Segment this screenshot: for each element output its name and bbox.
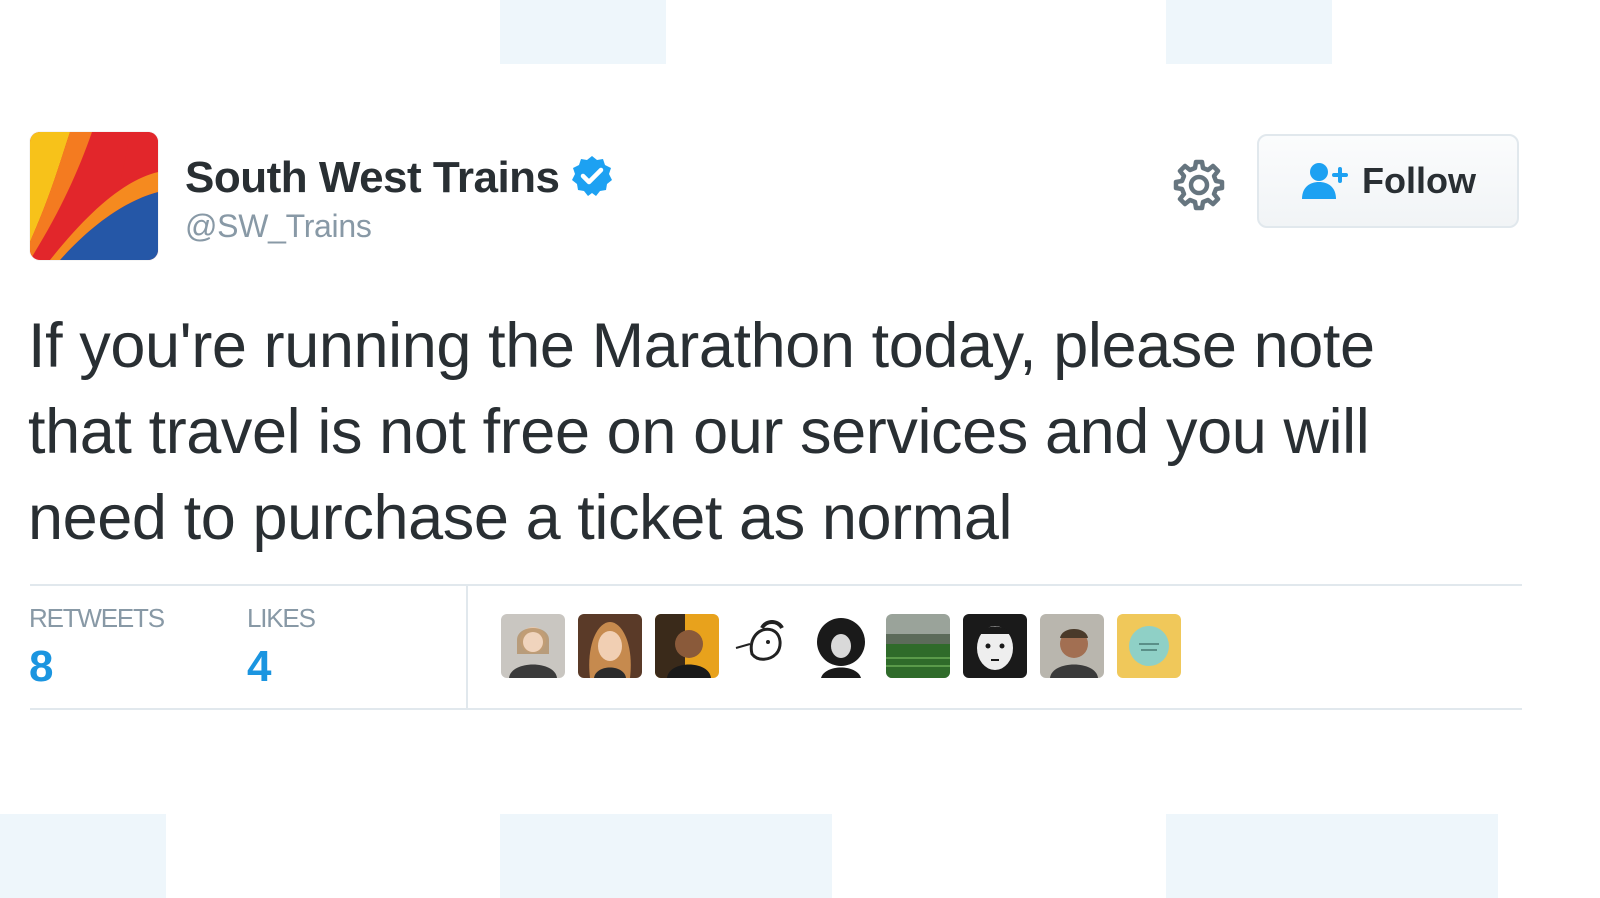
tweet-card: South West Trains @SW_Trains Follow If y…: [0, 0, 1600, 898]
stats-divider-vertical: [466, 586, 468, 708]
stats-divider-bottom: [30, 708, 1522, 710]
tweet-text: If you're running the Marathon today, pl…: [28, 311, 1375, 553]
liker-avatar-5[interactable]: [809, 614, 873, 678]
south-west-trains-logo-icon[interactable]: [30, 132, 158, 260]
retweets-stat[interactable]: RETWEETS 8: [29, 602, 165, 694]
liker-avatar-3[interactable]: [655, 614, 719, 678]
follow-button-label: Follow: [1362, 160, 1476, 201]
liker-avatar-1[interactable]: [501, 614, 565, 678]
liker-avatar-9[interactable]: [1117, 614, 1181, 678]
liker-avatar-2[interactable]: [578, 614, 642, 678]
likes-stat[interactable]: LIKES 4: [247, 602, 316, 694]
likes-label: LIKES: [247, 603, 316, 633]
liker-avatar-8[interactable]: [1040, 614, 1104, 678]
liker-avatar-6[interactable]: [886, 614, 950, 678]
verified-badge-icon: [571, 156, 612, 196]
liker-avatar-4[interactable]: [732, 614, 796, 678]
follow-button[interactable]: Follow: [1257, 134, 1519, 228]
gear-icon[interactable]: [1172, 158, 1226, 212]
liker-avatar-7[interactable]: [963, 614, 1027, 678]
author-block[interactable]: South West Trains @SW_Trains: [185, 150, 614, 245]
stats-divider-top: [30, 584, 1522, 586]
add-user-icon: [1302, 163, 1348, 199]
retweets-label: RETWEETS: [29, 603, 165, 633]
likers-avatar-list: [501, 614, 1194, 678]
screenshot-stage: South West Trains @SW_Trains Follow If y…: [0, 0, 1600, 898]
retweets-count: 8: [29, 642, 54, 691]
author-handle[interactable]: @SW_Trains: [185, 208, 614, 245]
author-display-name[interactable]: South West Trains: [185, 150, 560, 206]
likes-count: 4: [247, 642, 272, 691]
